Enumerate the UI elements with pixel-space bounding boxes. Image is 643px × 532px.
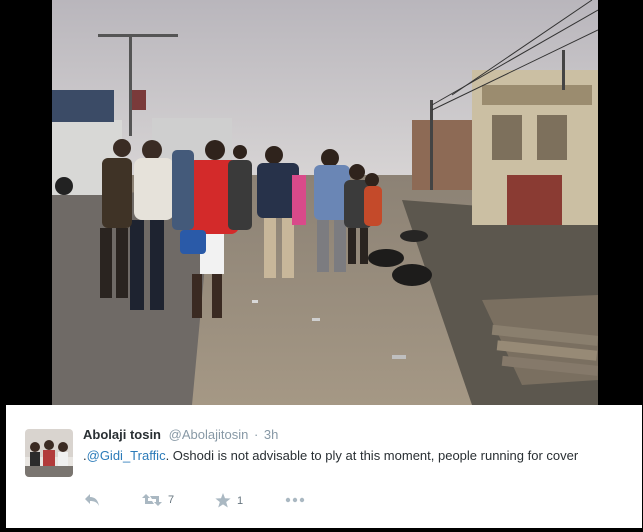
favorite-button[interactable]: 1 (215, 493, 243, 508)
retweet-icon (142, 494, 162, 506)
tweet-text: .@Gidi_Traffic. Oshodi is not advisable … (83, 447, 623, 464)
retweet-button[interactable]: 7 (142, 493, 174, 507)
separator: · (253, 427, 259, 442)
retweet-count: 7 (168, 494, 175, 506)
tweet-photo[interactable] (52, 0, 598, 405)
reply-button[interactable] (84, 493, 100, 507)
more-icon (285, 497, 305, 503)
avatar[interactable] (25, 429, 73, 477)
tweet-card: Abolaji tosin @Abolajitosin · 3h .@Gidi_… (6, 405, 642, 528)
author-name[interactable]: Abolaji tosin (83, 427, 161, 442)
mention-link[interactable]: @Gidi_Traffic (87, 448, 166, 463)
tweet-header: Abolaji tosin @Abolajitosin · 3h (83, 427, 278, 442)
avatar-image (25, 429, 73, 477)
reply-icon (85, 494, 99, 506)
street-scene-image (52, 0, 598, 405)
tweet-actions: 7 1 (84, 493, 384, 513)
text-body: . Oshodi is not advisable to ply at this… (165, 448, 579, 463)
author-handle[interactable]: @Abolajitosin (169, 427, 249, 442)
star-icon (215, 493, 231, 508)
timestamp[interactable]: 3h (264, 427, 278, 442)
more-button[interactable] (285, 497, 305, 503)
favorite-count: 1 (237, 494, 244, 507)
